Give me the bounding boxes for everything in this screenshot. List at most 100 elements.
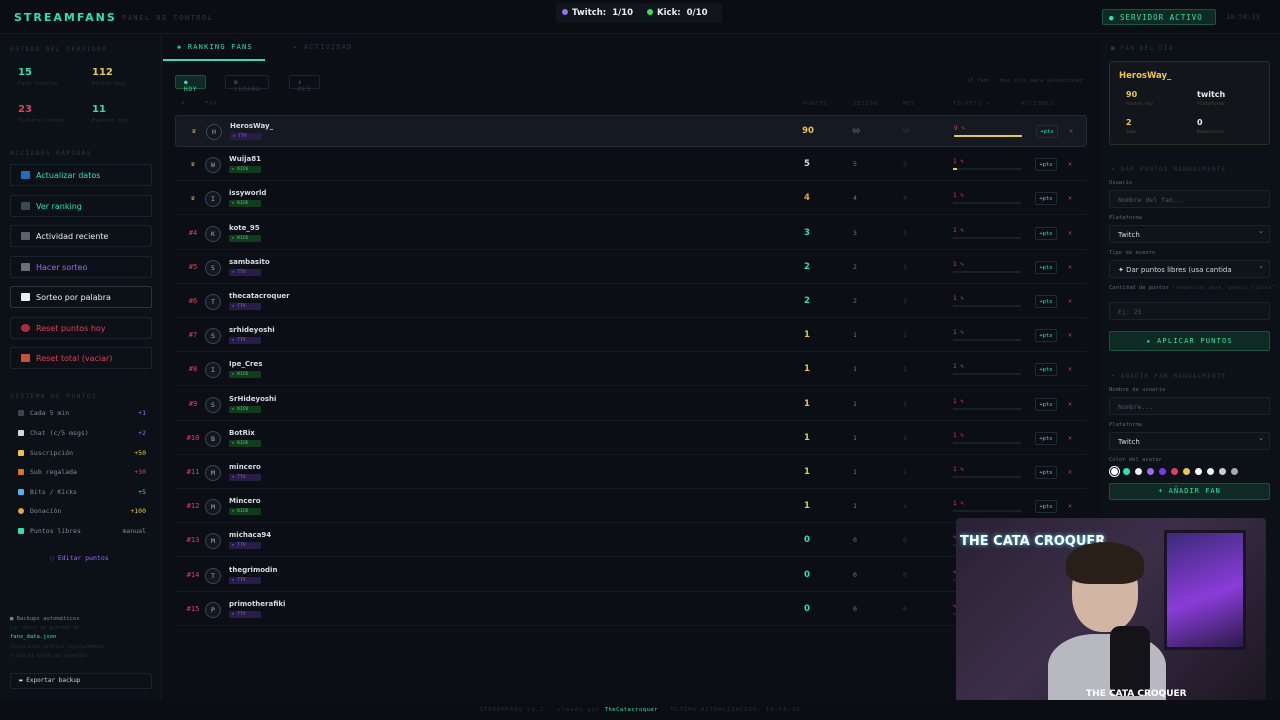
add-fan-button[interactable]: + AÑADIR FAN [1109,483,1270,500]
tickets-cell[interactable]: 1 ✎ [953,158,964,165]
event-type-select[interactable]: ✦ Dar puntos libres (usa cantida [1109,260,1270,278]
color-swatch[interactable] [1171,468,1178,475]
edit-pencil-icon: ✎ [960,466,964,473]
filter-week-button[interactable]: ■ SEMANA [225,75,270,93]
table-row[interactable]: #10 B BotRix ▸ KICK 1 1 1 1 ✎ +pts ✕ [175,423,1087,455]
tickets-value: 1 [953,226,957,234]
add-points-button[interactable]: +pts [1035,260,1057,274]
table-row[interactable]: #5 Ssambasito ▸ TTV 2 2 2 1 ✎ +pts ✕ [175,252,1087,284]
tickets-cell[interactable]: 1 ✎ [953,192,964,199]
color-swatch[interactable] [1159,468,1166,475]
tickets-cell[interactable]: 1 ✎ [953,398,964,405]
add-points-button[interactable]: +pts [1035,431,1057,445]
add-points-button[interactable]: +pts [1035,329,1057,343]
delete-fan-button[interactable]: ✕ [1063,158,1077,171]
delete-fan-button[interactable]: ✕ [1063,295,1077,308]
tickets-cell[interactable]: 1 ✎ [953,261,964,268]
tab-ranking[interactable]: ◈ RANKING FANS [177,43,253,51]
color-swatch[interactable] [1183,468,1190,475]
rank-cell: #12 [186,502,200,511]
add-points-button[interactable]: +pts [1035,295,1057,308]
color-swatch[interactable] [1111,468,1118,475]
add-points-button[interactable]: +pts [1035,397,1057,411]
platform-badge: ▸ KICK [229,166,261,174]
add-points-button[interactable]: +pts [1036,125,1058,138]
table-row[interactable]: #6 Tthecatacroquer ▸ TTV 2 2 2 1 ✎ +pts ✕ [175,286,1087,318]
footer-creator-link[interactable]: TheCatacroquer [605,707,658,713]
tickets-value: 1 [953,260,957,268]
tickets-cell[interactable]: 1 ✎ [953,329,964,336]
add-points-button[interactable]: +pts [1035,466,1057,479]
filter-month-button[interactable]: ▮ MES [289,75,321,93]
edit-points-link[interactable]: ◌ Editar puntos [50,554,109,562]
table-row[interactable]: #11 Mmincero ▸ TTV 1 1 1 1 ✎ +pts ✕ [175,457,1087,489]
tickets-cell[interactable]: 1 ✎ [953,363,964,370]
refresh-data-button[interactable]: Actualizar datos [10,164,152,186]
month-cell: 0 [903,536,907,545]
add-points-button[interactable]: +pts [1035,500,1057,514]
table-row[interactable]: #7 Ssrhideyoshi ▸ TTV 1 1 1 1 ✎ +pts ✕ [175,320,1087,353]
color-swatch[interactable] [1219,468,1226,475]
add-points-button[interactable]: +pts [1035,192,1057,206]
reset-total-button[interactable]: Reset total (vaciar) [10,347,152,369]
delete-fan-button[interactable]: ✕ [1063,500,1077,513]
tickets-cell[interactable]: 1 ✎ [953,295,964,302]
table-row[interactable]: #13Mmichaca94▸ TTV000 ✎+pts✕ [175,525,1087,558]
amount-placeholder: Ej: 25 [1118,308,1142,316]
color-swatch[interactable] [1135,468,1142,475]
delete-fan-button[interactable]: ✕ [1063,432,1077,445]
tickets-cell[interactable]: 1 ✎ [953,466,964,473]
color-swatch[interactable] [1195,468,1202,475]
delete-fan-button[interactable]: ✕ [1063,329,1077,342]
table-row[interactable]: #14Tthegrimodin▸ TTV000 ✎+pts✕ [175,560,1087,592]
table-row[interactable]: ♛ H HerosWay_ ▸ TTV 90 90 90 9 ✎ +pts ✕ [175,115,1087,147]
tickets-cell[interactable]: 1 ✎ [953,227,964,234]
add-points-button[interactable]: +pts [1035,363,1057,377]
new-platform-select[interactable]: Twitch [1109,432,1270,450]
reset-today-button[interactable]: Reset puntos hoy [10,317,152,339]
export-backup-button[interactable]: ▬ Exportar backup [10,673,152,689]
amount-input[interactable]: Ej: 25 [1109,302,1270,320]
add-points-button[interactable]: +pts [1035,226,1057,240]
fan-platform-value: twitch [1197,90,1226,99]
tickets-cell[interactable]: 9 ✎ [954,125,965,132]
delete-fan-button[interactable]: ✕ [1063,363,1077,376]
new-username-input[interactable]: Nombre... [1109,397,1270,415]
table-row[interactable]: #15Pprimotherafiki▸ TTV000 ✎+pts✕ [175,594,1087,626]
rank-cell: #15 [186,604,200,613]
color-swatch[interactable] [1123,468,1130,475]
rule-label: Cada 5 min [30,409,70,417]
raffle-button[interactable]: Hacer sorteo [10,256,152,278]
apply-points-button[interactable]: ★ APLICAR PUNTOS [1109,331,1270,351]
stat-tickets: 23 Tickets sorteo [18,104,86,138]
tickets-value: 1 [953,192,957,200]
recent-activity-button[interactable]: Actividad reciente [10,225,152,247]
word-raffle-button[interactable]: Sorteo por palabra [10,286,152,308]
color-swatch[interactable] [1147,468,1154,475]
table-row[interactable]: ♛ W Wuija81 ▸ KICK 5 5 5 1 ✎ +pts ✕ [175,149,1087,182]
delete-fan-button[interactable]: ✕ [1063,466,1077,479]
table-row[interactable]: #8 I Ipe_Cres ▸ KICK 1 1 1 1 ✎ +pts ✕ [175,354,1087,387]
fan-name: Mincero [229,497,261,506]
color-swatch[interactable] [1207,468,1214,475]
user-input[interactable]: Nombre del fan... [1109,190,1270,208]
table-row[interactable]: #9 S SrHideyoshi ▸ KICK 1 1 1 1 ✎ +pts ✕ [175,389,1087,421]
table-row[interactable]: #12 M Mincero ▸ KICK 1 1 1 1 ✎ +pts ✕ [175,491,1087,524]
delete-fan-button[interactable]: ✕ [1063,261,1077,274]
tab-activity[interactable]: ▸ ACTIVIDAD [293,43,353,51]
view-ranking-button[interactable]: Ver ranking [10,195,152,217]
color-swatch[interactable] [1231,468,1238,475]
delete-fan-button[interactable]: ✕ [1063,398,1077,411]
filter-today-button[interactable]: ● HOY [175,75,207,93]
delete-fan-button[interactable]: ✕ [1063,227,1077,240]
add-points-button[interactable]: +pts [1035,158,1057,172]
delete-fan-button[interactable]: ✕ [1064,125,1078,138]
delete-fan-button[interactable]: ✕ [1063,192,1077,205]
platform-select[interactable]: Twitch [1109,225,1270,243]
table-row[interactable]: ♛ Iissyworld ▸ KICK 4 4 4 1 ✎ +pts ✕ [175,183,1087,216]
tickets-cell[interactable]: 1 ✎ [953,432,964,439]
tickets-cell[interactable]: 1 ✎ [953,500,964,507]
table-row[interactable]: #4 Kkote_95 ▸ KICK 3 3 3 1 ✎ +pts ✕ [175,218,1087,250]
platform-badge: ▸ TTV [229,268,261,276]
column-session: SESIÓN [853,101,878,107]
